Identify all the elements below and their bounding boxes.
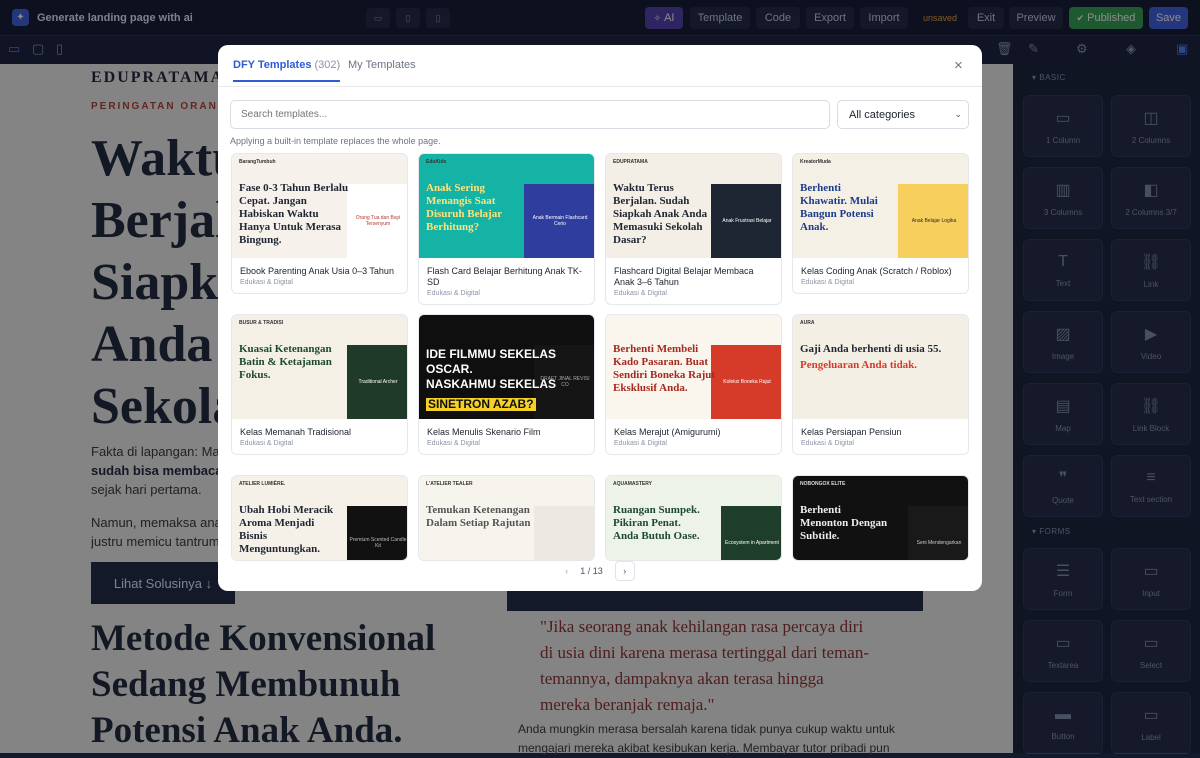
thumbnail-highlight: Pengeluaran Anda tidak. [800,359,918,371]
pagination: ‹ 1 / 13 › [218,561,982,581]
template-thumbnail: AURA Gaji Anda berhenti di usia 55. Pengel… [793,315,968,419]
template-search-input[interactable] [230,100,830,129]
template-thumbnail: Anak Belajar Logika KreatorMuda Berhenti K… [793,154,968,258]
thumbnail-caption: Traditional Archer [358,379,398,385]
thumbnail-headline: IDE FILMMU SEKELAS OSCAR. NASKAHMU SEKEL… [426,347,557,391]
thumbnail-headline: Gaji Anda berhenti di usia 55. [800,343,942,355]
thumbnail-image-panel: Premium Scented Candle Kit [347,506,407,560]
template-card[interactable]: Seni Mendengarkan NOBONGOX ELITE Berhenti … [792,475,969,561]
template-thumbnail: Koleksi Boneka Rajut Berhenti Membeli Kad… [606,315,781,419]
thumbnail-caption: Anak Frustrasi Belajar [722,218,772,224]
template-title: Kelas Coding Anak (Scratch / Roblox) [801,266,952,276]
template-card[interactable]: Traditional Archer BUSUR & TRADISI Kuasai … [231,314,408,455]
thumbnail-headline: Ruangan Sumpek. Pikiran Penat. Anda Butu… [613,504,700,542]
template-title: Kelas Merajut (Amigurumi) [614,427,721,437]
template-card[interactable]: Premium Scented Candle Kit ATELIER LUMIÈR… [231,475,408,561]
thumbnail-image-panel: Traditional Archer [347,345,407,419]
template-thumbnail: Anak Bermain Flashcard Cerio EduKids Anak … [419,154,594,258]
thumbnail-brand: NOBONGOX ELITE [800,481,846,487]
thumbnail-brand: AQUAMASTERY [613,481,652,487]
template-card[interactable]: Anak Belajar Logika KreatorMuda Berhenti K… [792,153,969,294]
thumbnail-caption: Seni Mendengarkan [916,540,962,546]
template-title: Kelas Menulis Skenario Film [427,427,541,437]
template-thumbnail: Ecosystem in Apartment AQUAMASTERY Ruangan… [606,476,781,560]
template-category: Edukasi & Digital [801,279,854,286]
thumbnail-brand: L'ATELIER TEALER [426,481,473,487]
modal-tabs: DFY Templates (302) My Templates × [218,45,982,87]
thumbnail-image-panel: Seni Mendengarkan [908,506,968,560]
thumbnail-headline: Ubah Hobi Meracik Aroma Menjadi Bisnis M… [239,504,334,555]
thumbnail-image-panel: Ecosystem in Apartment [721,506,781,560]
thumbnail-brand: KreatorMuda [800,159,831,165]
template-title: Kelas Persiapan Pensiun [801,427,902,437]
tab-my-templates[interactable]: My Templates [348,59,416,71]
thumbnail-headline: Berhenti Khawatir. Mulai Bangun Potensi … [800,182,878,233]
template-card[interactable]: L'ATELIER TEALER Temukan Ketenangan Dalam… [418,475,595,561]
template-thumbnail: Premium Scented Candle Kit ATELIER LUMIÈR… [232,476,407,560]
template-thumbnail: Seni Mendengarkan NOBONGOX ELITE Berhenti … [793,476,968,560]
thumbnail-caption: Premium Scented Candle Kit [349,537,407,549]
thumbnail-headline: Anak Sering Menangis Saat Disuruh Belaja… [426,182,503,233]
thumbnail-headline: Waktu Terus Berjalan. Sudah Siapkah Anak… [613,182,708,246]
thumbnail-brand: BUSUR & TRADISI [239,320,284,326]
thumbnail-caption: Anak Belajar Logika [911,218,957,224]
template-title: Flash Card Belajar Berhitung Anak TK-SD [427,266,582,287]
thumbnail-brand: AURA [800,320,815,326]
thumbnail-caption [563,541,567,545]
template-title: Kelas Memanah Tradisional [240,427,352,437]
thumbnail-headline: Temukan Ketenangan Dalam Setiap Rajutan [426,504,531,529]
thumbnail-caption: Ecosystem in Apartment [725,540,779,546]
thumbnail-brand: BarangTumbuh [239,159,276,165]
template-thumbnail: DRAFT JINAL REVISI CO IDE FILMMU SEKELAS … [419,315,594,419]
template-card[interactable]: Anak Frustrasi Belajar EDUPRATAMA Waktu Te… [605,153,782,305]
thumbnail-image-panel: Orang Tua dan Bayi Tersenyum [347,184,407,258]
thumbnail-image-panel [534,506,594,560]
template-category: Edukasi & Digital [427,440,480,447]
template-category: Edukasi & Digital [801,440,854,447]
next-page-button[interactable]: › [614,561,635,581]
template-title: Flashcard Digital Belajar Membaca Anak 3… [614,266,754,287]
thumbnail-caption: Orang Tua dan Bayi Tersenyum [355,215,401,227]
thumbnail-headline: Fase 0-3 Tahun Berlalu Cepat. Jangan Hab… [239,182,349,246]
template-card[interactable]: Anak Bermain Flashcard Cerio EduKids Anak … [418,153,595,305]
template-card[interactable]: Ecosystem in Apartment AQUAMASTERY Ruangan… [605,475,782,561]
close-icon[interactable]: × [954,57,963,74]
thumbnail-brand: EduKids [426,159,447,165]
template-thumbnail: Orang Tua dan Bayi Tersenyum BarangTumbuh… [232,154,407,258]
prev-page-icon[interactable]: ‹ [565,566,568,576]
thumbnail-brand: EDUPRATAMA [613,159,648,165]
category-select[interactable]: All categories ⌄ [837,100,969,129]
chevron-down-icon: ⌄ [954,109,962,119]
tab-dfy-templates[interactable]: DFY Templates (302) [233,59,341,82]
template-modal: DFY Templates (302) My Templates × All c… [218,45,982,591]
template-thumbnail: Traditional Archer BUSUR & TRADISI Kuasai … [232,315,407,419]
template-card[interactable]: AURA Gaji Anda berhenti di usia 55. Pengel… [792,314,969,455]
template-title: Ebook Parenting Anak Usia 0–3 Tahun [240,266,394,276]
template-thumbnail: Anak Frustrasi Belajar EDUPRATAMA Waktu Te… [606,154,781,258]
thumbnail-highlight: SINETRON AZAB? [426,397,536,411]
template-category: Edukasi & Digital [614,290,667,297]
template-card[interactable]: Orang Tua dan Bayi Tersenyum BarangTumbuh… [231,153,408,294]
template-card[interactable]: DRAFT JINAL REVISI CO IDE FILMMU SEKELAS … [418,314,595,455]
template-category: Edukasi & Digital [240,279,293,286]
thumbnail-headline: Berhenti Menonton Dengan Subtitle. [800,504,888,542]
thumbnail-brand: ATELIER LUMIÈRE. [239,481,286,487]
page-indicator: 1 / 13 [580,566,603,576]
template-category: Edukasi & Digital [614,440,667,447]
template-category: Edukasi & Digital [240,440,293,447]
template-thumbnail: L'ATELIER TEALER Temukan Ketenangan Dalam… [419,476,594,560]
template-category: Edukasi & Digital [427,290,480,297]
replace-hint: Applying a built-in template replaces th… [230,136,441,146]
thumbnail-caption [937,380,941,384]
thumbnail-headline: Kuasai Ketenangan Batin & Ketajaman Foku… [239,343,332,381]
thumbnail-caption: Koleksi Boneka Rajut [723,379,771,385]
thumbnail-headline: Berhenti Membeli Kado Pasaran. Buat Send… [613,343,716,394]
thumbnail-image-panel [908,345,968,419]
template-card[interactable]: Koleksi Boneka Rajut Berhenti Membeli Kad… [605,314,782,455]
